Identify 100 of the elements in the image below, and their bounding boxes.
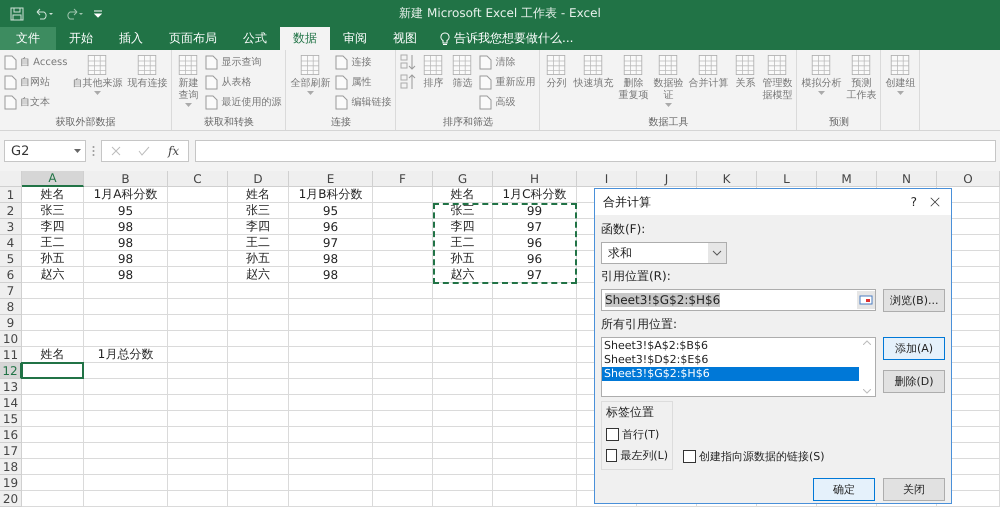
- name-box[interactable]: G2: [4, 140, 86, 162]
- ribbon-button[interactable]: 关系: [731, 53, 760, 113]
- row-header[interactable]: 6: [0, 267, 22, 283]
- ribbon-button[interactable]: 分列: [542, 53, 570, 113]
- list-item[interactable]: Sheet3!$G$2:$H$6: [602, 367, 859, 381]
- delete-button[interactable]: 删除(D): [883, 370, 945, 393]
- ribbon-small-button[interactable]: 属性: [335, 73, 392, 91]
- file-tab[interactable]: 文件: [0, 27, 56, 50]
- row-header[interactable]: 15: [0, 411, 22, 427]
- ribbon-small-button[interactable]: 清除: [479, 53, 536, 71]
- reference-field[interactable]: Sheet3!$G$2:$H$6: [601, 289, 876, 311]
- column-header[interactable]: D: [228, 171, 289, 187]
- row-header[interactable]: 7: [0, 283, 22, 299]
- list-item[interactable]: Sheet3!$D$2:$E$6: [602, 353, 859, 367]
- column-header[interactable]: J: [637, 171, 697, 187]
- ribbon-small-button[interactable]: 显示查询: [205, 53, 282, 71]
- ribbon-tab[interactable]: 页面布局: [156, 27, 230, 50]
- column-header[interactable]: F: [373, 171, 433, 187]
- checkbox-option[interactable]: 创建指向源数据的链接(S): [683, 449, 825, 464]
- column-header[interactable]: N: [877, 171, 937, 187]
- checkbox-option[interactable]: 最左列(L): [606, 448, 668, 463]
- row-header[interactable]: 5: [0, 251, 22, 267]
- select-all-corner[interactable]: [0, 171, 22, 187]
- row-header[interactable]: 16: [0, 427, 22, 443]
- close-button[interactable]: 关闭: [883, 478, 945, 501]
- sort-ascending-button[interactable]: [400, 53, 416, 71]
- ribbon-tab[interactable]: 开始: [56, 27, 106, 50]
- ribbon-small-button[interactable]: 自 Access: [4, 53, 68, 71]
- checkbox-option[interactable]: 首行(T): [606, 427, 668, 442]
- ribbon-button[interactable]: 现有连接: [125, 53, 170, 113]
- ribbon-button[interactable]: 全部刷新: [288, 53, 332, 113]
- ribbon-small-button[interactable]: 连接: [335, 53, 392, 71]
- row-header[interactable]: 11: [0, 347, 22, 363]
- check-icon[interactable]: [138, 146, 150, 156]
- column-header[interactable]: H: [493, 171, 577, 187]
- ribbon-tab[interactable]: 数据: [280, 27, 330, 50]
- column-header[interactable]: O: [937, 171, 1000, 187]
- sort-descending-button[interactable]: [400, 73, 416, 91]
- row-header[interactable]: 13: [0, 379, 22, 395]
- ribbon-tab[interactable]: 视图: [380, 27, 430, 50]
- ribbon-small-button[interactable]: 从表格: [205, 73, 282, 91]
- ribbon-button[interactable]: 新建 查询: [174, 53, 202, 113]
- ribbon-button[interactable]: 预测 工作表: [844, 53, 878, 113]
- function-select[interactable]: 求和: [601, 242, 727, 264]
- browse-button[interactable]: 浏览(B)...: [883, 289, 945, 312]
- list-item[interactable]: Sheet3!$A$2:$B$6: [602, 339, 859, 353]
- ribbon-button[interactable]: 快速填充: [571, 53, 616, 113]
- formula-input[interactable]: [195, 140, 996, 162]
- ribbon-tab[interactable]: 审阅: [330, 27, 380, 50]
- save-icon[interactable]: [10, 6, 24, 20]
- undo-icon[interactable]: [34, 8, 54, 20]
- ribbon-button[interactable]: 自其他来源: [70, 53, 124, 113]
- add-button[interactable]: 添加(A): [883, 337, 945, 360]
- ribbon-button[interactable]: 管理数 据模型: [760, 53, 794, 113]
- row-header[interactable]: 14: [0, 395, 22, 411]
- insert-function-button[interactable]: fx: [168, 144, 180, 158]
- row-header[interactable]: 17: [0, 443, 22, 459]
- column-header[interactable]: C: [168, 171, 228, 187]
- ribbon-button[interactable]: 删除 重复项: [616, 53, 650, 113]
- references-list[interactable]: Sheet3!$A$2:$B$6 Sheet3!$D$2:$E$6 Sheet3!$G$2:$H$6: [601, 337, 876, 397]
- ribbon-small-button[interactable]: 重新应用: [479, 73, 536, 91]
- cancel-icon[interactable]: [110, 146, 121, 156]
- column-header[interactable]: M: [817, 171, 877, 187]
- ribbon-button[interactable]: 模拟分析: [799, 53, 844, 113]
- row-header[interactable]: 19: [0, 475, 22, 491]
- tell-me-search[interactable]: 告诉我您想要做什么...: [430, 27, 574, 50]
- ribbon-small-button[interactable]: 编辑链接: [335, 93, 392, 111]
- ribbon-tab[interactable]: 插入: [106, 27, 156, 50]
- column-header[interactable]: E: [289, 171, 373, 187]
- column-header[interactable]: A: [22, 171, 84, 187]
- row-header[interactable]: 2: [0, 203, 22, 219]
- row-header[interactable]: 12: [0, 363, 22, 379]
- ribbon-button[interactable]: 合并计算: [686, 53, 730, 113]
- ribbon-button[interactable]: 筛选: [448, 53, 476, 113]
- row-header[interactable]: 18: [0, 459, 22, 475]
- row-header[interactable]: 1: [0, 187, 22, 203]
- ribbon-small-button[interactable]: 自文本: [4, 93, 68, 111]
- column-header[interactable]: L: [757, 171, 817, 187]
- ribbon-button[interactable]: 数据验 证: [651, 53, 686, 113]
- row-header[interactable]: 9: [0, 315, 22, 331]
- row-header[interactable]: 20: [0, 491, 22, 507]
- scroll-up-icon[interactable]: [863, 340, 871, 345]
- ribbon-small-button[interactable]: 最近使用的源: [205, 93, 282, 111]
- customize-icon[interactable]: [94, 10, 102, 18]
- row-header[interactable]: 4: [0, 235, 22, 251]
- column-header[interactable]: B: [84, 171, 168, 187]
- column-header[interactable]: K: [697, 171, 757, 187]
- ribbon-tab[interactable]: 公式: [230, 27, 280, 50]
- scroll-down-icon[interactable]: [863, 389, 871, 394]
- row-header[interactable]: 10: [0, 331, 22, 347]
- ribbon-button[interactable]: 创建组: [883, 53, 918, 113]
- help-button[interactable]: ?: [910, 195, 917, 209]
- ribbon-button[interactable]: 排序: [419, 53, 448, 113]
- ribbon-small-button[interactable]: 高级: [479, 93, 536, 111]
- column-header[interactable]: G: [433, 171, 493, 187]
- range-picker-icon[interactable]: [857, 291, 876, 309]
- column-header[interactable]: I: [577, 171, 637, 187]
- ribbon-small-button[interactable]: 自网站: [4, 73, 68, 91]
- row-header[interactable]: 8: [0, 299, 22, 315]
- row-header[interactable]: 3: [0, 219, 22, 235]
